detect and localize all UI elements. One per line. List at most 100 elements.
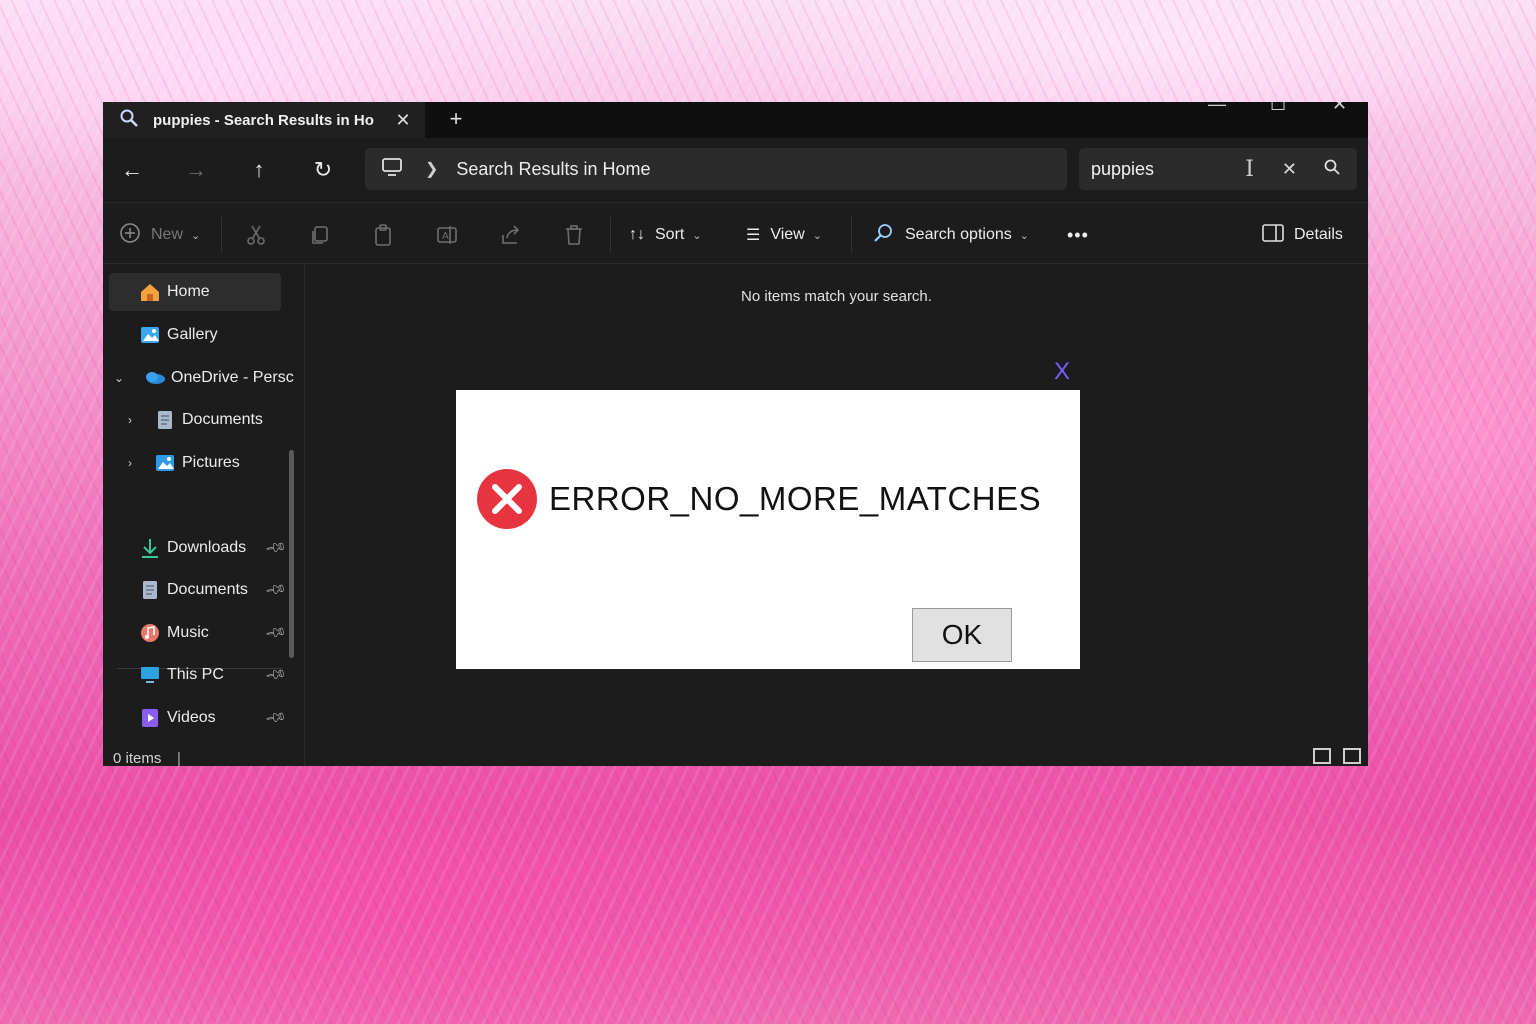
copy-icon[interactable] xyxy=(308,223,334,247)
chevron-down-icon: ⌄ xyxy=(692,229,702,242)
divider xyxy=(221,217,222,253)
error-message: ERROR_NO_MORE_MATCHES xyxy=(549,480,1042,517)
this-pc-icon xyxy=(139,664,161,686)
error-dialog: ERROR_NO_MORE_MATCHES OK xyxy=(456,390,1080,669)
sidebar-item-gallery[interactable]: Gallery xyxy=(109,316,218,354)
view-button[interactable]: ☰ View ⌄ xyxy=(746,221,822,249)
chevron-down-icon: ⌄ xyxy=(191,229,201,242)
empty-results-message: No items match your search. xyxy=(741,288,932,305)
tiles-view-icon[interactable] xyxy=(1343,748,1361,764)
music-icon xyxy=(139,622,161,644)
share-icon[interactable] xyxy=(499,223,525,247)
divider xyxy=(610,217,611,253)
view-label: View xyxy=(770,226,805,243)
details-pane-icon xyxy=(1262,223,1284,248)
search-box[interactable]: puppies I ✕ xyxy=(1079,148,1357,190)
chevron-right-icon[interactable]: › xyxy=(120,456,140,470)
pin-icon[interactable]: 📌︎ xyxy=(264,705,288,729)
chevron-down-icon: ⌄ xyxy=(1019,229,1029,242)
expanded-chevron-icon[interactable]: ⌄ xyxy=(109,371,129,385)
refresh-icon[interactable]: ↻ xyxy=(310,156,336,184)
window-close-icon[interactable]: ✕ xyxy=(1332,102,1347,115)
minimize-icon[interactable]: — xyxy=(1208,102,1226,115)
sidebar-item-videos[interactable]: Videos 📌︎ xyxy=(109,699,289,737)
tab-title: puppies - Search Results in Ho xyxy=(153,111,374,129)
text-cursor-icon: I xyxy=(1245,156,1254,182)
sidebar-item-quick-documents[interactable]: Documents 📌︎ xyxy=(109,571,289,609)
tab-search-results[interactable]: puppies - Search Results in Ho ✕ xyxy=(103,102,425,138)
sidebar-item-home[interactable]: Home xyxy=(109,273,281,311)
forward-arrow-icon[interactable]: → xyxy=(183,156,209,184)
monitor-icon xyxy=(381,157,407,182)
breadcrumb-location[interactable]: Search Results in Home xyxy=(456,159,650,180)
dialog-close-button[interactable]: X xyxy=(1054,358,1070,386)
up-arrow-icon[interactable]: ↑ xyxy=(246,156,272,184)
sidebar-item-onedrive-documents[interactable]: › Documents xyxy=(120,401,263,439)
title-bar: puppies - Search Results in Ho ✕ + — ☐ ✕ xyxy=(103,102,1368,138)
pin-icon[interactable]: 📌︎ xyxy=(264,577,288,601)
ok-button[interactable]: OK xyxy=(912,608,1012,662)
documents-icon xyxy=(154,409,176,431)
pin-icon[interactable]: 📌︎ xyxy=(264,620,288,644)
search-options-icon xyxy=(873,222,895,249)
search-icon xyxy=(119,108,141,132)
rename-icon[interactable]: A xyxy=(435,223,461,247)
more-options-button[interactable]: ••• xyxy=(1067,221,1089,249)
sidebar-item-pictures[interactable]: › Pictures xyxy=(120,444,240,482)
details-button[interactable]: Details xyxy=(1262,221,1343,249)
search-input[interactable]: puppies xyxy=(1091,159,1245,180)
documents-icon xyxy=(139,579,161,601)
cut-icon[interactable] xyxy=(244,223,270,247)
breadcrumb-chevron-icon[interactable]: ❯ xyxy=(425,159,438,179)
sort-icon: ↑↓ xyxy=(629,226,645,243)
search-options-button[interactable]: Search options ⌄ xyxy=(873,221,1029,249)
command-bar: New ⌄ A ↑↓ Sort ⌄ ☰ View ⌄ Search option… xyxy=(103,202,1368,264)
divider xyxy=(851,217,852,253)
maximize-icon[interactable]: ☐ xyxy=(1270,102,1286,115)
sort-button[interactable]: ↑↓ Sort ⌄ xyxy=(629,221,702,249)
error-icon xyxy=(476,468,538,530)
sidebar-item-music[interactable]: Music 📌︎ xyxy=(109,614,289,652)
sidebar-item-label: Pictures xyxy=(182,454,240,471)
address-bar[interactable]: ❯ Search Results in Home xyxy=(365,148,1067,190)
search-icon[interactable] xyxy=(1323,158,1343,181)
tab-close-icon[interactable]: ✕ xyxy=(389,110,417,131)
sidebar-item-label: This PC xyxy=(167,666,224,683)
new-tab-button[interactable]: + xyxy=(443,106,469,132)
gallery-icon xyxy=(139,324,161,346)
sidebar-item-onedrive[interactable]: ⌄ OneDrive - Persc xyxy=(109,359,294,397)
sidebar-item-label: Music xyxy=(167,624,209,641)
view-list-icon: ☰ xyxy=(746,227,761,244)
sidebar-item-label: Documents xyxy=(182,411,263,428)
details-label: Details xyxy=(1294,226,1343,243)
sidebar-item-downloads[interactable]: Downloads 📌︎ xyxy=(109,529,289,567)
status-separator: | xyxy=(177,750,181,766)
sidebar-scrollbar[interactable] xyxy=(289,450,294,658)
navigation-pane: Home Gallery ⌄ OneDrive - Persc › Docume… xyxy=(103,264,305,766)
new-button[interactable]: New ⌄ xyxy=(119,221,200,249)
pictures-icon xyxy=(154,452,176,474)
pin-icon[interactable]: 📌︎ xyxy=(264,662,288,686)
new-label: New xyxy=(151,226,184,243)
videos-icon xyxy=(139,707,161,729)
sidebar-item-label: Downloads xyxy=(167,539,247,556)
back-arrow-icon[interactable]: ← xyxy=(119,156,145,184)
search-options-label: Search options xyxy=(905,226,1012,243)
svg-text:A: A xyxy=(442,231,449,242)
sidebar-item-label: Videos xyxy=(167,709,216,726)
delete-icon[interactable] xyxy=(562,223,588,247)
sidebar-item-label: Home xyxy=(167,283,210,300)
onedrive-icon xyxy=(143,367,165,389)
item-count: 0 items xyxy=(113,750,162,766)
chevron-down-icon: ⌄ xyxy=(812,229,822,242)
sidebar-item-label: OneDrive - Persc xyxy=(171,369,294,386)
paste-icon[interactable] xyxy=(371,223,397,247)
chevron-right-icon[interactable]: › xyxy=(120,413,140,427)
clear-search-icon[interactable]: ✕ xyxy=(1282,159,1297,180)
sidebar-item-this-pc[interactable]: This PC 📌︎ xyxy=(109,656,289,694)
details-view-icon[interactable] xyxy=(1313,748,1331,764)
sort-label: Sort xyxy=(655,226,685,243)
add-circle-icon xyxy=(119,222,141,249)
sidebar-item-label: Gallery xyxy=(167,326,218,343)
pin-icon[interactable]: 📌︎ xyxy=(264,535,288,559)
